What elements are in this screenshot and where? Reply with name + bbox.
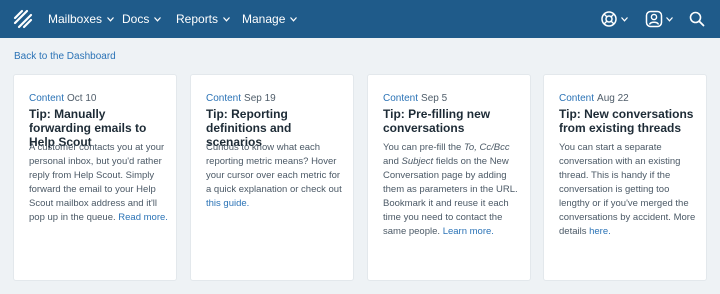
nav-docs-label: Docs: [122, 12, 150, 26]
card-body: Curious to know what each reporting metr…: [206, 141, 346, 211]
details-link[interactable]: here.: [589, 226, 611, 237]
top-navigation-bar: Mailboxes Docs Reports Manage: [0, 0, 720, 38]
search-button[interactable]: [689, 10, 705, 28]
card-body: You can pre-fill the To, Cc/Bcc and Subj…: [383, 141, 523, 239]
card-category[interactable]: Content: [206, 93, 241, 104]
search-icon: [689, 11, 705, 27]
learn-more-link[interactable]: Learn more.: [443, 226, 494, 237]
profile-menu-button[interactable]: [645, 10, 673, 28]
card-meta: Content Aug 22: [559, 93, 629, 104]
chevron-down-icon: [666, 16, 673, 22]
user-profile-icon: [645, 10, 663, 28]
tip-card[interactable]: Content Sep 19 Tip: Reporting definitions…: [191, 75, 353, 280]
card-meta: Content Sep 5: [383, 93, 447, 104]
card-body: A customer contacts you at your personal…: [29, 141, 169, 225]
card-category[interactable]: Content: [29, 93, 64, 104]
nav-reports-label: Reports: [176, 12, 219, 26]
card-body-text: A customer contacts you at your personal…: [29, 142, 165, 223]
card-body-text: You can start a separate conversation wi…: [559, 142, 696, 237]
card-meta: Content Oct 10: [29, 93, 97, 104]
chevron-down-icon: [223, 17, 230, 22]
card-category[interactable]: Content: [383, 93, 418, 104]
help-menu-button[interactable]: [600, 10, 628, 28]
nav-reports[interactable]: Reports: [176, 0, 230, 38]
help-lifebuoy-icon: [601, 11, 617, 27]
card-body-text: Curious to know what each reporting metr…: [206, 142, 342, 195]
card-date: Oct 10: [67, 93, 97, 104]
back-to-dashboard-link[interactable]: Back to the Dashboard: [14, 51, 116, 62]
nav-manage-label: Manage: [242, 12, 286, 26]
tip-card[interactable]: Content Aug 22 Tip: New conversations fro…: [544, 75, 706, 280]
card-date: Aug 22: [597, 93, 629, 104]
nav-mailboxes-label: Mailboxes: [48, 12, 103, 26]
read-more-link[interactable]: Read more.: [118, 212, 168, 223]
card-body-emphasis: To, Cc/Bcc: [463, 142, 510, 153]
chevron-down-icon: [154, 17, 162, 22]
card-body-text: You can pre-fill the: [383, 142, 462, 153]
chevron-down-icon: [290, 17, 298, 22]
card-meta: Content Sep 19: [206, 93, 276, 104]
card-body-emphasis: Subject: [401, 156, 434, 167]
card-title[interactable]: Tip: Pre-filling new conversations: [383, 107, 521, 135]
card-date: Sep 5: [421, 93, 448, 104]
nav-mailboxes[interactable]: Mailboxes: [48, 0, 114, 38]
chevron-down-icon: [107, 17, 114, 22]
card-body: You can start a separate conversation wi…: [559, 141, 699, 239]
card-body-text: and: [383, 156, 399, 167]
tip-card[interactable]: Content Sep 5 Tip: Pre-filling new conver…: [368, 75, 530, 280]
chevron-down-icon: [621, 16, 628, 22]
tip-card[interactable]: Content Oct 10 Tip: Manually forwarding e…: [14, 75, 176, 280]
helpscout-logo-icon[interactable]: [13, 9, 33, 29]
card-body-text: fields on the New Conversation page by a…: [383, 156, 518, 237]
card-date: Sep 19: [244, 93, 276, 104]
card-category[interactable]: Content: [559, 93, 594, 104]
card-title[interactable]: Tip: New conversations from existing thr…: [559, 107, 697, 135]
guide-link[interactable]: this guide.: [206, 198, 249, 209]
nav-docs[interactable]: Docs: [122, 0, 162, 38]
nav-manage[interactable]: Manage: [242, 0, 298, 38]
